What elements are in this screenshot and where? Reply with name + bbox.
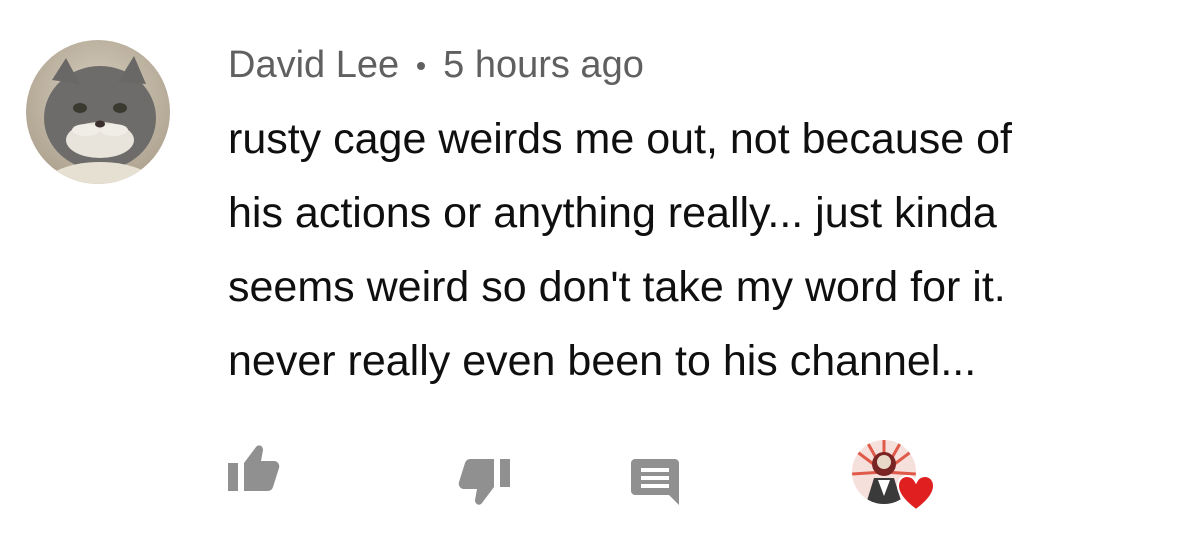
cat-avatar-image — [26, 40, 170, 184]
comment-text: rusty cage weirds me out, not because of… — [228, 102, 1188, 398]
separator-dot-icon — [417, 62, 426, 70]
comment-timestamp[interactable]: 5 hours ago — [443, 44, 644, 87]
author-avatar[interactable] — [26, 40, 170, 184]
comment-text-line: seems weird so don't take my word for it… — [228, 263, 1006, 311]
like-button[interactable] — [218, 432, 288, 502]
comment-thread: David Lee 5 hours ago rusty cage weirds … — [0, 0, 1200, 552]
author-name[interactable]: David Lee — [228, 44, 399, 87]
comment-text-line: never really even been to his channel... — [228, 337, 977, 385]
comment-reply-icon — [631, 459, 679, 505]
thumbs-up-icon — [228, 445, 280, 491]
thumbs-down-icon — [458, 459, 510, 505]
comment-text-line: his actions or anything really... just k… — [228, 189, 997, 237]
creator-heart-badge[interactable] — [852, 440, 936, 516]
reply-button[interactable] — [620, 446, 690, 516]
comment-meta: David Lee 5 hours ago — [228, 40, 644, 90]
comment-text-line: rusty cage weirds me out, not because of — [228, 115, 1012, 163]
creator-heart-icon — [896, 474, 936, 512]
dislike-button[interactable] — [450, 448, 520, 518]
